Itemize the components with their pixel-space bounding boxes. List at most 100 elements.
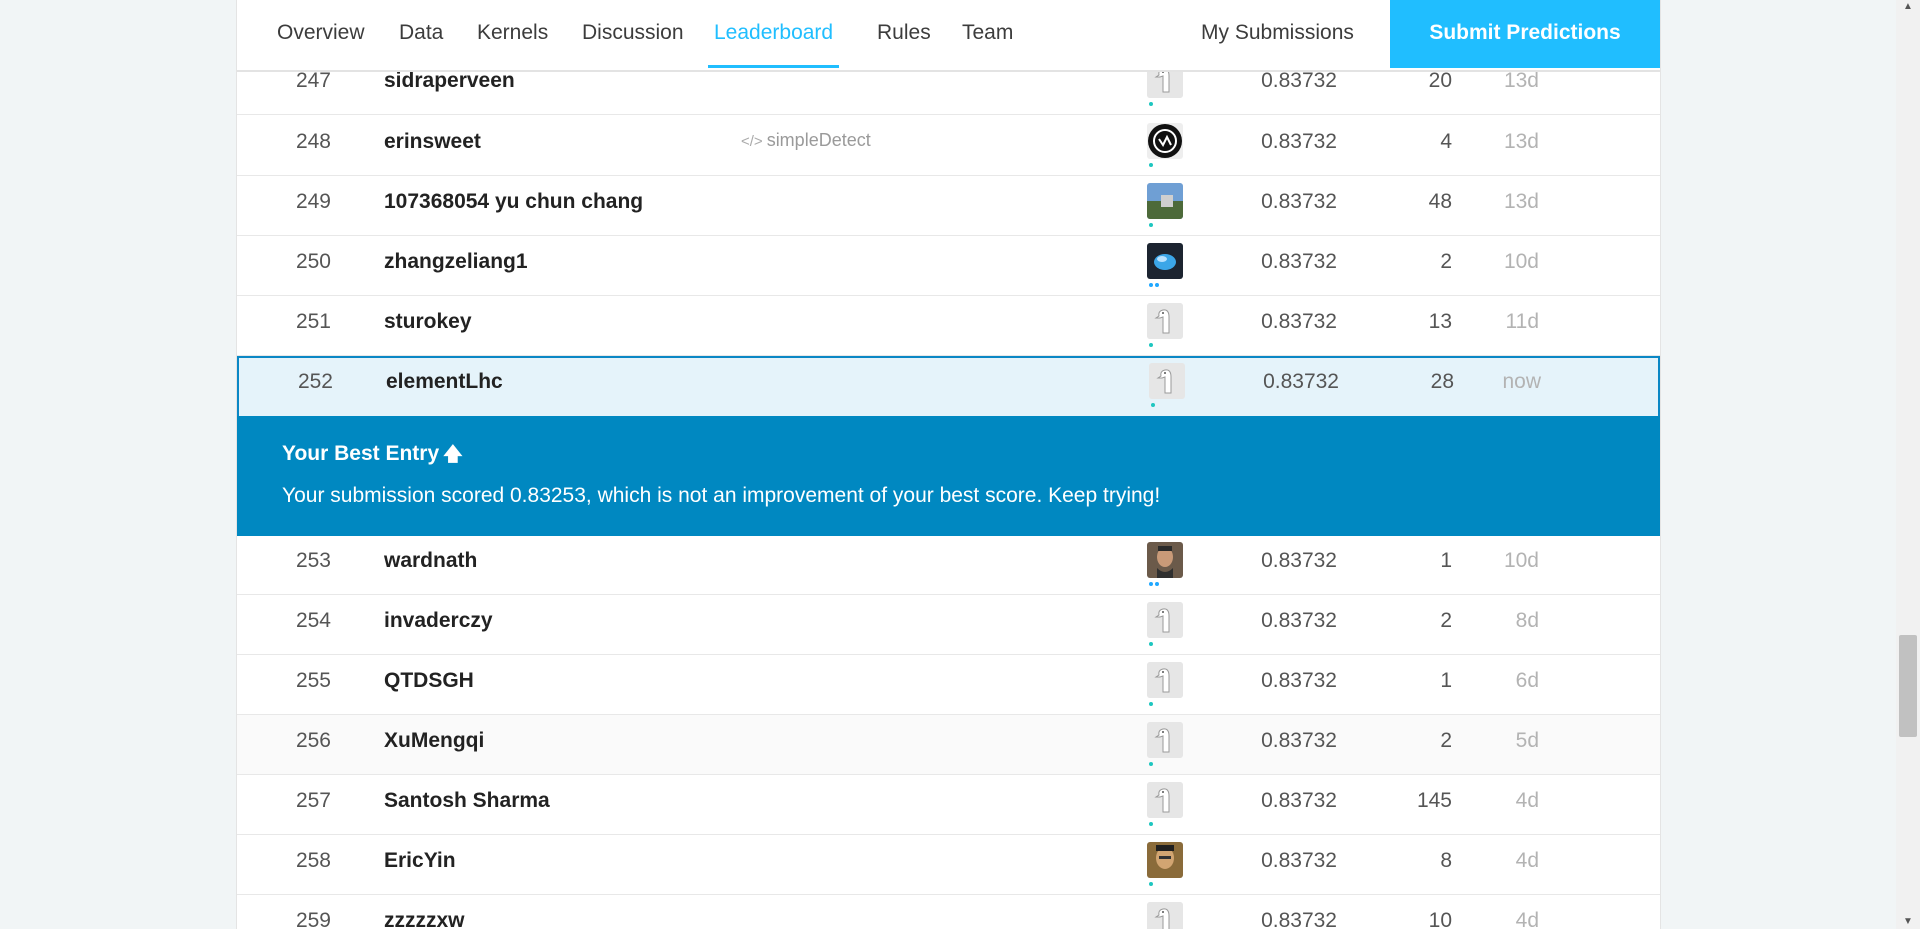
best-entry-title: Your Best Entry 🡅: [282, 440, 463, 472]
tab-overview[interactable]: Overview: [277, 0, 365, 68]
kernel-link[interactable]: </> simpleDetect: [741, 130, 871, 151]
score: 0.83732: [1261, 310, 1337, 333]
score: 0.83732: [1263, 370, 1339, 393]
team-name[interactable]: erinsweet: [384, 130, 481, 154]
avatar[interactable]: [1149, 363, 1185, 399]
table-row[interactable]: 259 zzzzzxw 0.83732 10 4d: [237, 895, 1660, 929]
arrow-up-icon: 🡅: [443, 444, 463, 465]
entries-count: 4: [1440, 130, 1452, 153]
score: 0.83732: [1261, 130, 1337, 153]
avatar[interactable]: [1147, 243, 1183, 279]
avatar[interactable]: [1147, 183, 1183, 219]
rank: 256: [295, 729, 331, 752]
team-name[interactable]: XuMengqi: [384, 729, 484, 753]
tab-kernels[interactable]: Kernels: [477, 0, 548, 68]
team-name[interactable]: QTDSGH: [384, 669, 474, 693]
rank: 249: [295, 190, 331, 213]
tab-rules[interactable]: Rules: [877, 0, 931, 68]
team-name[interactable]: EricYin: [384, 849, 456, 873]
table-row[interactable]: 250 zhangzeliang1 0.83732 2 10d: [237, 236, 1660, 296]
team-name[interactable]: elementLhc: [386, 370, 503, 394]
table-row[interactable]: 248 erinsweet </> simpleDetect 0.83732 4 13d: [237, 116, 1660, 176]
table-row[interactable]: 255 QTDSGH 0.83732 1 6d: [237, 655, 1660, 715]
score: 0.83732: [1261, 729, 1337, 752]
rank: 248: [295, 130, 331, 153]
tier-dots: [1149, 702, 1155, 708]
best-entry-banner: Your Best Entry 🡅 Your submission scored …: [237, 416, 1660, 536]
competition-page: Overview Data Kernels Discussion Leaderb…: [236, 0, 1661, 929]
scroll-up-icon[interactable]: ▲: [1896, 0, 1920, 14]
tab-discussion[interactable]: Discussion: [582, 0, 684, 68]
team-name[interactable]: 107368054 yu chun chang: [384, 190, 643, 214]
tier-dots: [1149, 762, 1155, 768]
rank: 247: [295, 69, 331, 92]
team-name[interactable]: zhangzeliang1: [384, 250, 528, 274]
entries-count: 1: [1440, 669, 1452, 692]
last-submission: 4d: [1515, 849, 1539, 872]
team-name[interactable]: wardnath: [384, 549, 477, 573]
last-submission: 13d: [1503, 130, 1539, 153]
tier-dots: [1149, 582, 1161, 588]
table-row[interactable]: 251 sturokey 0.83732 13 11d: [237, 296, 1660, 356]
tab-data[interactable]: Data: [399, 0, 443, 68]
table-row[interactable]: 257 Santosh Sharma 0.83732 145 4d: [237, 775, 1660, 835]
tier-dots: [1149, 642, 1155, 648]
best-entry-message: Your submission scored 0.83253, which is…: [282, 484, 1161, 507]
entries-count: 48: [1428, 190, 1452, 213]
rank: 255: [295, 669, 331, 692]
last-submission: 4d: [1515, 789, 1539, 812]
submit-predictions-button[interactable]: Submit Predictions: [1390, 0, 1660, 68]
avatar[interactable]: [1147, 303, 1183, 339]
my-submissions-link[interactable]: My Submissions: [1201, 0, 1354, 68]
team-name[interactable]: sturokey: [384, 310, 472, 334]
score: 0.83732: [1261, 190, 1337, 213]
team-name[interactable]: invaderczy: [384, 609, 493, 633]
score: 0.83732: [1261, 849, 1337, 872]
avatar[interactable]: [1147, 902, 1183, 929]
table-row[interactable]: 253 wardnath 0.83732 1 10d: [237, 535, 1660, 595]
table-row[interactable]: 258 EricYin 0.83732 8 4d: [237, 835, 1660, 895]
last-submission: 13d: [1503, 69, 1539, 92]
tab-leaderboard[interactable]: Leaderboard: [708, 0, 840, 68]
avatar[interactable]: [1147, 842, 1183, 878]
team-name[interactable]: sidraperveen: [384, 69, 515, 93]
rank: 259: [295, 909, 331, 929]
tab-team[interactable]: Team: [962, 0, 1013, 68]
entries-count: 2: [1440, 609, 1452, 632]
last-submission: 5d: [1515, 729, 1539, 752]
entries-count: 2: [1440, 729, 1452, 752]
rank: 258: [295, 849, 331, 872]
code-icon: </>: [741, 133, 763, 150]
tier-dots: [1149, 822, 1155, 828]
rank: 253: [295, 549, 331, 572]
entries-count: 8: [1440, 849, 1452, 872]
team-name[interactable]: Santosh Sharma: [384, 789, 550, 813]
top-nav: Overview Data Kernels Discussion Leaderb…: [237, 0, 1660, 72]
scroll-down-icon[interactable]: ▼: [1896, 915, 1920, 929]
table-row[interactable]: 254 invaderczy 0.83732 2 8d: [237, 595, 1660, 655]
last-submission: 13d: [1503, 190, 1539, 213]
table-row[interactable]: 256 XuMengqi 0.83732 2 5d: [237, 715, 1660, 775]
avatar[interactable]: [1147, 602, 1183, 638]
last-submission: 10d: [1503, 250, 1539, 273]
avatar[interactable]: [1147, 123, 1183, 159]
tier-dots: [1149, 163, 1155, 169]
avatar[interactable]: [1147, 782, 1183, 818]
table-row[interactable]: 249 107368054 yu chun chang 0.83732 48 13d: [237, 176, 1660, 236]
table-row[interactable]: 252 elementLhc 0.83732 28 now: [237, 356, 1660, 419]
scroll-thumb[interactable]: [1899, 635, 1917, 737]
score: 0.83732: [1261, 69, 1337, 92]
page-scrollbar[interactable]: ▲ ▼: [1896, 0, 1920, 929]
score: 0.83732: [1261, 549, 1337, 572]
tier-dots: [1149, 882, 1155, 888]
avatar[interactable]: [1147, 662, 1183, 698]
rank: 252: [297, 370, 333, 393]
avatar[interactable]: [1147, 542, 1183, 578]
entries-count: 145: [1416, 789, 1452, 812]
best-entry-title-text: Your Best Entry: [282, 442, 440, 465]
last-submission: 11d: [1505, 310, 1539, 333]
team-name[interactable]: zzzzzxw: [384, 909, 465, 929]
entries-count: 28: [1430, 370, 1454, 393]
avatar[interactable]: [1147, 722, 1183, 758]
score: 0.83732: [1261, 250, 1337, 273]
